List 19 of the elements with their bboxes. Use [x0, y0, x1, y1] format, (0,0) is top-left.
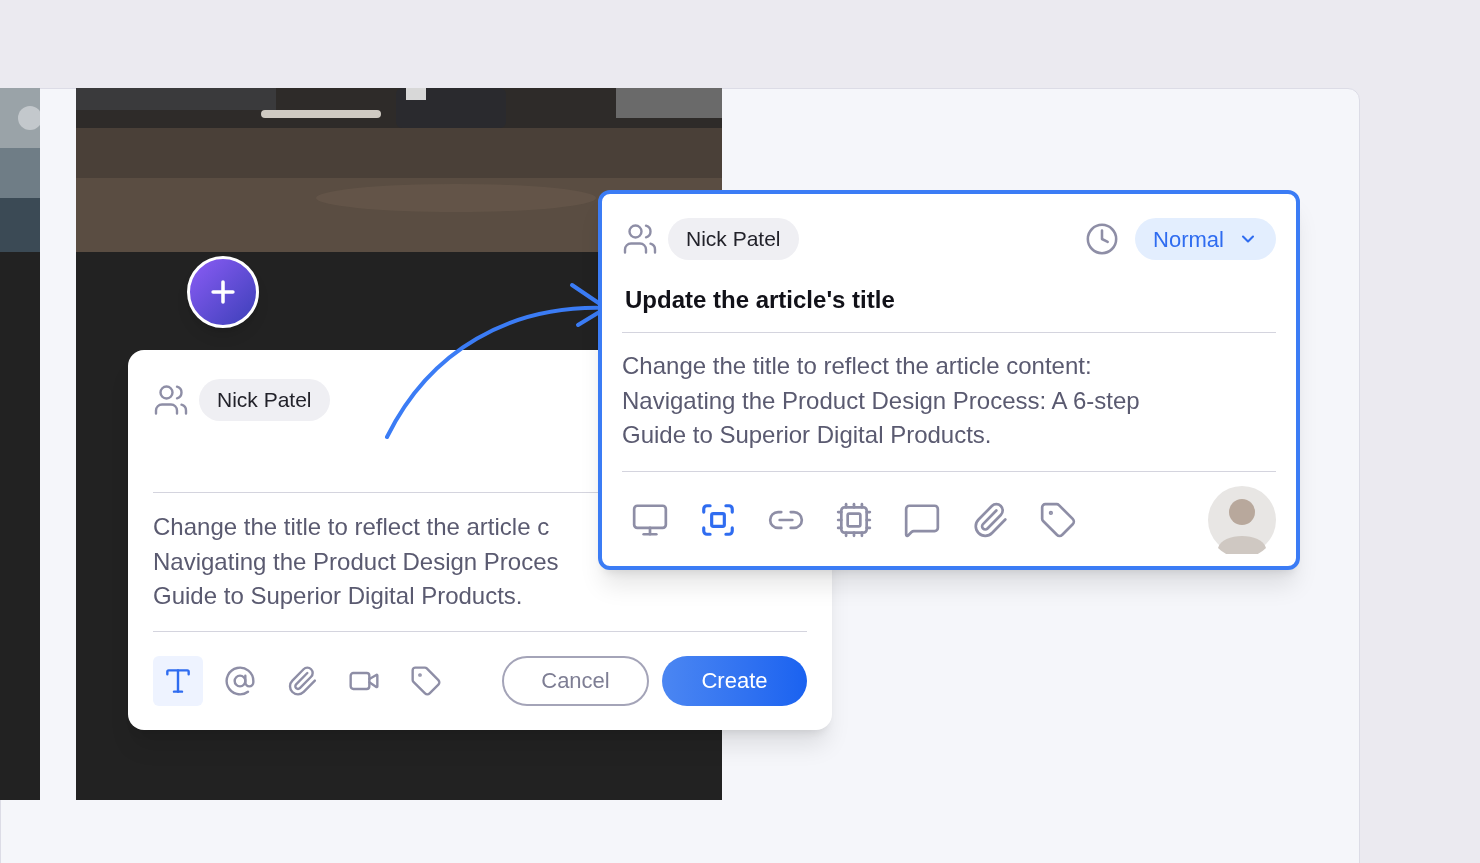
people-icon: [153, 382, 189, 418]
paperclip-icon: [971, 500, 1009, 539]
priority-dropdown[interactable]: Normal: [1135, 218, 1276, 260]
text-format-button[interactable]: [153, 655, 203, 706]
tag-icon: [1039, 500, 1077, 539]
mention-icon: [224, 664, 256, 697]
assignee-chip[interactable]: Nick Patel: [668, 218, 799, 260]
create-button[interactable]: Create: [662, 655, 807, 706]
people-icon: [622, 221, 658, 257]
paperclip-icon: [286, 664, 318, 697]
tag-icon: [410, 664, 442, 697]
description-text: Change the title to reflect the article c Navigating the Product Design Proces Guide to Superior Digital Products.: [153, 512, 559, 611]
chip-icon: [835, 500, 873, 539]
task-title: Update the article's title: [625, 285, 896, 315]
cancel-button[interactable]: Cancel: [502, 655, 649, 706]
clock-icon[interactable]: [1085, 222, 1120, 256]
assignee-chip[interactable]: Nick Patel: [199, 379, 330, 421]
avatar: [1208, 485, 1276, 554]
description-text: Change the title to reflect the article content: Navigating the Product Design Process: A 6-step Guide to Superior Digital Products.: [622, 351, 1140, 450]
